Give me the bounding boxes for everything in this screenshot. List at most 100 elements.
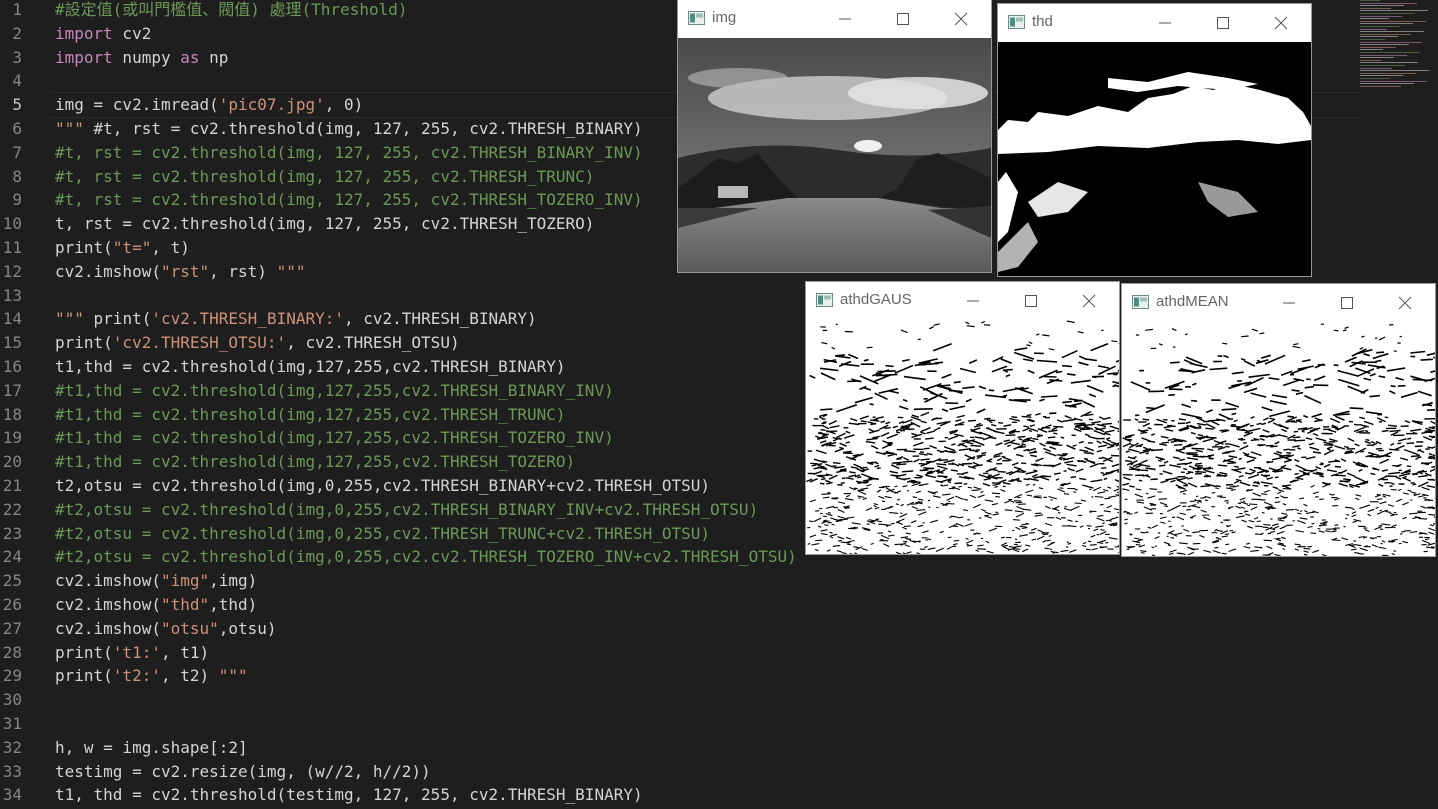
minimap-line [1360, 15, 1402, 17]
maximize-icon [1217, 17, 1229, 29]
code-text: cv2.imshow("rst", rst) """ [55, 261, 306, 281]
line-number: 21 [2, 476, 22, 495]
maximize-button[interactable] [1194, 4, 1252, 42]
line-number: 1 [12, 0, 22, 19]
code-text: #t, rst = cv2.threshold(img, 127, 255, c… [55, 142, 643, 162]
minimap-line [1360, 52, 1420, 53]
line-number: 24 [2, 547, 22, 567]
code-line[interactable]: 33 testimg = cv2.resize(img, (w//2, h//2)… [0, 760, 1300, 784]
title-bar[interactable]: img [678, 0, 991, 38]
line-number: 23 [2, 523, 22, 543]
minimap-line [1360, 54, 1407, 56]
adaptive-mean-image [1122, 322, 1435, 556]
minimize-icon [1159, 22, 1171, 24]
maximize-icon [897, 13, 909, 25]
opencv-window-icon [816, 293, 833, 307]
code-text: cv2.imshow("thd",thd) [55, 595, 258, 614]
image-view [1122, 322, 1435, 556]
code-text: #設定值(或叫門檻值、閥值) 處理(Threshold) [55, 0, 408, 19]
line-number: 34 [2, 785, 22, 805]
opencv-window-icon [1008, 15, 1025, 29]
line-number: 9 [12, 190, 22, 210]
title-bar[interactable]: thd [998, 4, 1311, 42]
minimize-icon [1283, 302, 1295, 304]
line-number: 15 [2, 333, 22, 353]
minimize-icon [967, 300, 979, 302]
minimap-line [1360, 72, 1416, 74]
minimap-line [1360, 2, 1417, 4]
line-number: 19 [2, 428, 22, 448]
minimap-line [1360, 70, 1429, 72]
title-bar[interactable]: athdMEAN [1122, 284, 1435, 322]
code-line[interactable]: 29 print('t2:', t2) """ [0, 664, 1300, 688]
title-bar[interactable]: athdGAUS [806, 282, 1119, 320]
code-line[interactable]: 28 print('t1:', t1) [0, 641, 1300, 665]
minimap-line [1360, 18, 1389, 20]
code-text: #t1,thd = cv2.threshold(img,127,255,cv2.… [55, 452, 576, 472]
code-text: #t2,otsu = cv2.threshold(img,0,255,cv2.T… [55, 523, 711, 543]
code-line[interactable]: 31 [0, 712, 1300, 736]
line-number: 28 [2, 642, 22, 662]
minimap-line [1360, 65, 1405, 66]
code-text: print("t=", t) [55, 238, 190, 257]
minimap-line [1360, 59, 1381, 61]
minimap-line [1360, 80, 1427, 82]
close-icon [1082, 294, 1096, 308]
close-button[interactable] [932, 0, 990, 38]
athdgaus-window[interactable]: athdGAUS [806, 282, 1119, 554]
minimap[interactable] [1358, 0, 1438, 95]
maximize-icon [1025, 295, 1037, 307]
code-text: """ print('cv2.THRESH_BINARY:', cv2.THRE… [55, 309, 537, 329]
minimap-line [1360, 49, 1383, 51]
minimize-button[interactable] [944, 282, 1002, 320]
code-text: #t, rst = cv2.threshold(img, 127, 255, c… [55, 166, 595, 186]
line-number: 20 [2, 452, 22, 472]
code-text: h, w = img.shape[:2] [55, 737, 248, 757]
line-number: 18 [2, 404, 22, 424]
img-window[interactable]: img [678, 0, 991, 272]
minimap-line [1360, 28, 1387, 30]
line-number: 14 [2, 309, 22, 329]
window-title: thd [1032, 13, 1053, 30]
maximize-button[interactable] [1318, 284, 1376, 322]
code-line[interactable]: 32 h, w = img.shape[:2] [0, 736, 1300, 760]
minimize-button[interactable] [1260, 284, 1318, 322]
minimize-icon [839, 18, 851, 20]
close-button[interactable] [1060, 282, 1118, 320]
minimap-line [1360, 36, 1398, 38]
line-number: 6 [12, 119, 22, 138]
athdmean-window[interactable]: athdMEAN [1122, 284, 1435, 556]
code-line[interactable]: 27 cv2.imshow("otsu",otsu) [0, 617, 1300, 641]
minimize-button[interactable] [816, 0, 874, 38]
code-text: testimg = cv2.resize(img, (w//2, h//2)) [55, 761, 431, 781]
window-title: img [712, 9, 737, 26]
line-number: 33 [2, 761, 22, 781]
minimap-line [1360, 5, 1404, 7]
line-number: 27 [2, 618, 22, 638]
code-line[interactable]: 34 t1, thd = cv2.threshold(testimg, 127, … [0, 783, 1300, 807]
window-title: athdMEAN [1156, 293, 1229, 310]
line-number: 4 [12, 71, 22, 91]
line-number: 17 [2, 380, 22, 400]
thd-window[interactable]: thd [998, 4, 1311, 276]
close-icon [1274, 16, 1288, 30]
close-button[interactable] [1376, 284, 1434, 322]
line-number: 13 [2, 285, 22, 305]
maximize-button[interactable] [874, 0, 932, 38]
minimize-button[interactable] [1136, 4, 1194, 42]
image-view [806, 320, 1119, 554]
code-text: #t1,thd = cv2.threshold(img,127,255,cv2.… [55, 428, 614, 448]
minimap-line [1360, 23, 1413, 25]
maximize-button[interactable] [1002, 282, 1060, 320]
line-number: 2 [12, 23, 22, 43]
code-text: #t1,thd = cv2.threshold(img,127,255,cv2.… [55, 380, 614, 400]
close-button[interactable] [1252, 4, 1310, 42]
window-title: athdGAUS [840, 291, 912, 308]
line-number: 31 [2, 714, 22, 733]
code-text: #t, rst = cv2.threshold(img, 127, 255, c… [55, 190, 643, 210]
close-icon [1398, 296, 1412, 310]
code-line[interactable]: 25 cv2.imshow("img",img) [0, 569, 1300, 593]
code-line[interactable]: 30 [0, 688, 1300, 712]
code-line[interactable]: 26 cv2.imshow("thd",thd) [0, 593, 1300, 617]
line-number: 25 [2, 571, 22, 591]
